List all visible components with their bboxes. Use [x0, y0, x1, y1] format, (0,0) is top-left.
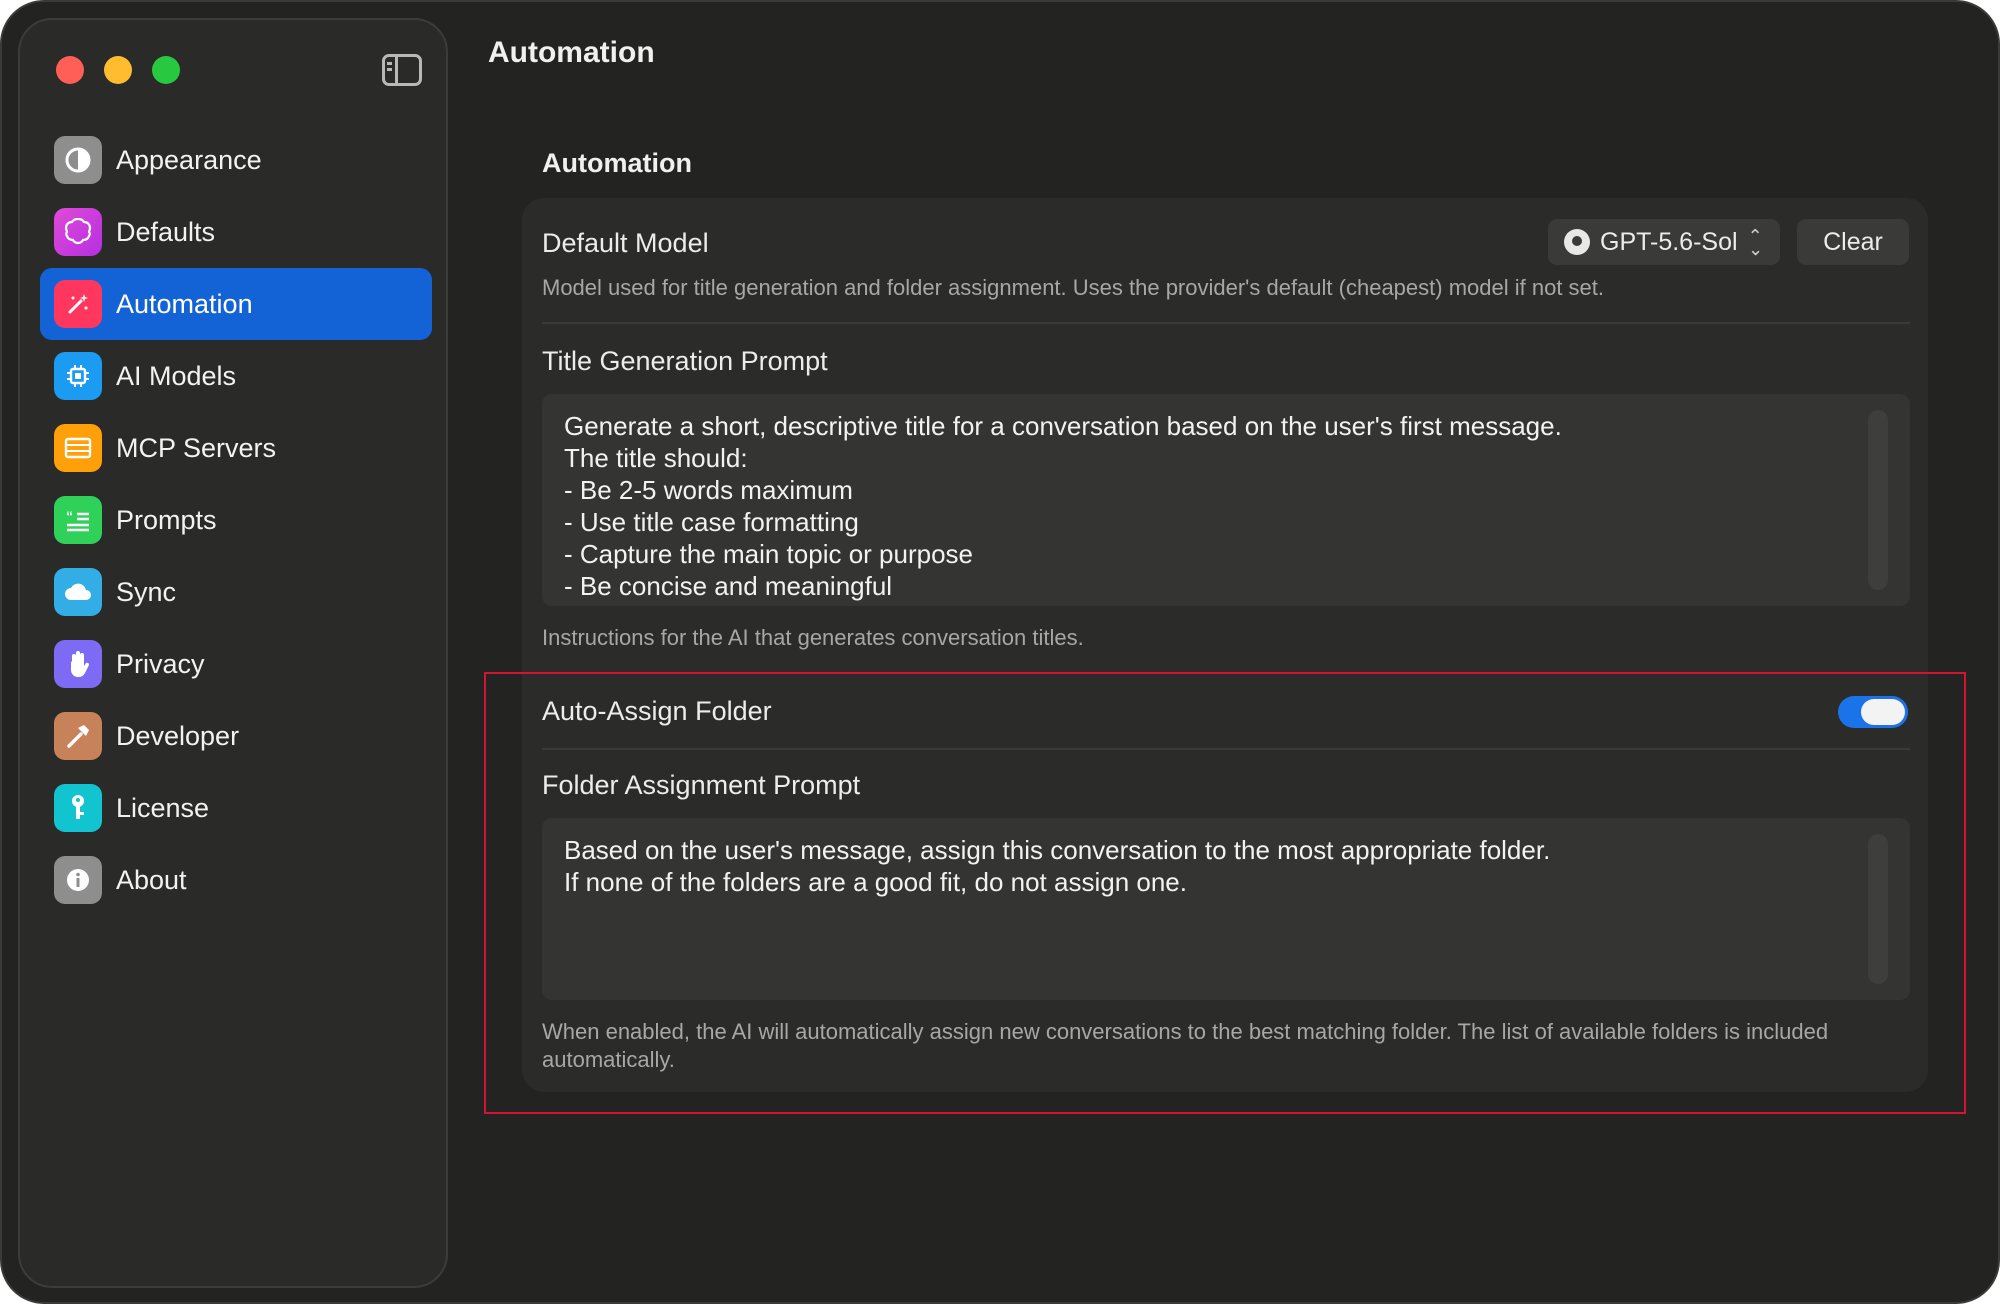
svg-text:“: “ — [66, 508, 73, 524]
sidebar-item-label: Sync — [116, 576, 177, 607]
sidebar-item-label: Defaults — [116, 216, 216, 247]
sidebar-item-appearance[interactable]: Appearance — [40, 124, 432, 196]
sidebar-item-privacy[interactable]: Privacy — [40, 628, 432, 700]
sidebar-item-mcp-servers[interactable]: MCP Servers — [40, 412, 432, 484]
sidebar-item-developer[interactable]: Developer — [40, 700, 432, 772]
sidebar-item-label: Appearance — [116, 144, 262, 175]
title-prompt-label: Title Generation Prompt — [542, 346, 828, 376]
sidebar-item-about[interactable]: About — [40, 844, 432, 916]
server-icon — [54, 424, 102, 472]
info-icon — [54, 856, 102, 904]
sidebar-item-label: Developer — [116, 720, 240, 751]
sidebar-item-label: Automation — [116, 288, 253, 319]
model-select-value: GPT-5.6-Sol — [1600, 227, 1738, 256]
title-prompt-description: Instructions for the AI that generates c… — [542, 625, 1084, 650]
sidebar-item-defaults[interactable]: Defaults — [40, 196, 432, 268]
section-title: Automation — [542, 148, 692, 178]
magic-wand-icon — [54, 280, 102, 328]
chevron-up-down-icon: ⌃ ⌃ — [1747, 226, 1763, 258]
divider — [542, 322, 1910, 324]
page-title: Automation — [488, 36, 655, 69]
model-select[interactable]: GPT-5.6-Sol ⌃ ⌃ — [1548, 219, 1780, 265]
sidebar: Appearance Defaults Automation AI Models — [18, 18, 448, 1288]
sidebar-item-label: MCP Servers — [116, 432, 277, 463]
cpu-icon — [54, 352, 102, 400]
cloud-icon — [54, 568, 102, 616]
minimize-button[interactable] — [104, 56, 132, 84]
sidebar-item-label: AI Models — [116, 360, 237, 391]
quote-icon: “ — [54, 496, 102, 544]
zoom-button[interactable] — [152, 56, 180, 84]
sidebar-item-license[interactable]: License — [40, 772, 432, 844]
hand-icon — [54, 640, 102, 688]
sidebar-item-label: Prompts — [116, 504, 217, 535]
hammer-icon — [54, 712, 102, 760]
sidebar-nav: Appearance Defaults Automation AI Models — [40, 124, 432, 916]
title-prompt-scrollbar[interactable] — [1868, 410, 1888, 590]
settings-window: Appearance Defaults Automation AI Models — [0, 0, 2000, 1304]
default-model-description: Model used for title generation and fold… — [542, 275, 1605, 300]
sidebar-item-ai-models[interactable]: AI Models — [40, 340, 432, 412]
model-provider-icon — [1564, 229, 1590, 255]
sidebar-item-label: About — [116, 864, 187, 895]
sidebar-toggle-icon[interactable] — [382, 54, 422, 86]
sidebar-item-label: Privacy — [116, 648, 205, 679]
highlight-box — [484, 672, 1966, 1114]
brain-icon — [54, 208, 102, 256]
sidebar-item-automation[interactable]: Automation — [40, 268, 432, 340]
sidebar-item-sync[interactable]: Sync — [40, 556, 432, 628]
window-controls — [56, 56, 180, 84]
clear-button[interactable]: Clear — [1797, 219, 1909, 265]
default-model-label: Default Model — [542, 228, 709, 258]
title-prompt-textarea[interactable]: Generate a short, descriptive title for … — [542, 394, 1910, 606]
sidebar-item-prompts[interactable]: “ Prompts — [40, 484, 432, 556]
half-circle-icon — [54, 136, 102, 184]
close-button[interactable] — [56, 56, 84, 84]
sidebar-item-label: License — [116, 792, 210, 823]
key-icon — [54, 784, 102, 832]
